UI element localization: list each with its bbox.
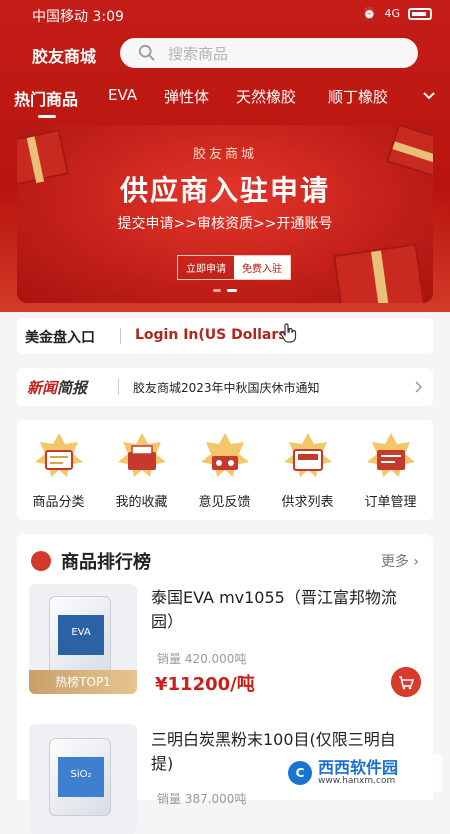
usd-login-link[interactable]: Login In(US Dollars) xyxy=(135,327,293,343)
top-bar: 胶友商城 搜索商品 xyxy=(0,35,450,71)
quick-menu: 商品分类 我的收藏 意见反馈 供求列表 订单管理 xyxy=(17,420,433,520)
status-bar: 中国移动 3:09 ⏰ 4G xyxy=(0,0,450,30)
search-placeholder: 搜索商品 xyxy=(168,44,229,63)
apply-now-button[interactable]: 立即申请 xyxy=(178,256,234,279)
supply-demand-icon xyxy=(283,433,332,477)
tab-butadiene-rubber[interactable]: 顺丁橡胶 xyxy=(328,86,388,107)
ranking-title: 商品排行榜 xyxy=(61,552,151,573)
menu-item-feedback[interactable]: 意见反馈 xyxy=(183,432,266,510)
banner-buttons: 立即申请 免费入驻 xyxy=(177,255,291,280)
banner-description: 提交申请>>审核资质>>开通账号 xyxy=(117,216,333,232)
more-link[interactable]: 更多 › xyxy=(381,551,419,571)
alarm-icon: ⏰ xyxy=(362,7,377,20)
product-sales: 销量 420.000吨 xyxy=(157,652,247,666)
product-image: SiO₂ xyxy=(29,724,137,834)
product-sales: 销量 387.000吨 xyxy=(157,792,247,806)
product-image: EVA 热榜TOP1 xyxy=(29,584,137,694)
carousel-indicator xyxy=(213,289,237,292)
usd-entry-label: 美金盘入口 xyxy=(25,330,95,346)
product-bag-image: SiO₂ xyxy=(49,738,111,816)
chevron-right-icon xyxy=(415,381,423,393)
menu-item-orders[interactable]: 订单管理 xyxy=(349,432,432,510)
news-headline[interactable]: 胶友商城2023年中秋国庆休市通知 xyxy=(133,379,320,396)
tab-natural-rubber[interactable]: 天然橡胶 xyxy=(236,86,296,107)
status-icons: ⏰ 4G xyxy=(363,7,432,20)
top-rank-badge: 热榜TOP1 xyxy=(29,670,137,694)
brand-title: 胶友商城 xyxy=(32,47,97,66)
menu-label: 我的收藏 xyxy=(115,495,168,510)
product-bag-image: EVA xyxy=(49,596,111,674)
category-tabs: 热门商品 EVA 弹性体 天然橡胶 顺丁橡胶 xyxy=(0,82,450,118)
carousel-dot-active xyxy=(227,289,237,292)
fire-icon xyxy=(31,551,51,571)
bag-label: EVA xyxy=(58,615,104,655)
menu-label: 订单管理 xyxy=(364,495,417,510)
pointer-hand-icon xyxy=(280,323,297,343)
tab-elastomer[interactable]: 弹性体 xyxy=(164,86,209,107)
promo-banner[interactable]: 胶友商城 供应商入驻申请 提交申请>>审核资质>>开通账号 立即申请 免费入驻 xyxy=(17,125,433,303)
menu-item-favorites[interactable]: 我的收藏 xyxy=(100,432,183,510)
gift-box-decoration xyxy=(333,243,425,303)
search-icon xyxy=(138,44,155,61)
battery-icon xyxy=(408,7,432,20)
carousel-dot xyxy=(213,289,221,292)
watermark-text: 西西软件园 www.hanxm.com xyxy=(318,758,399,787)
product-name: 泰国EVA mv1055（晋江富邦物流园） xyxy=(151,588,397,631)
tab-hot[interactable]: 热门商品 xyxy=(14,86,78,118)
menu-label: 意见反馈 xyxy=(198,495,251,510)
news-tag: 新闻简报 xyxy=(27,379,88,397)
chevron-down-icon[interactable] xyxy=(422,88,436,102)
menu-item-supply-demand[interactable]: 供求列表 xyxy=(266,432,349,510)
orders-icon xyxy=(366,433,415,477)
carrier-time: 中国移动 3:09 xyxy=(32,9,124,25)
usd-market-entry[interactable]: 美金盘入口 Login In(US Dollars) xyxy=(17,318,433,354)
site-watermark: C 西西软件园 www.hanxm.com xyxy=(282,754,442,792)
banner-title: 供应商入驻申请 xyxy=(119,174,330,207)
add-to-cart-button[interactable] xyxy=(391,667,421,697)
signal-icon: 4G xyxy=(384,7,400,20)
favorites-icon xyxy=(117,433,166,477)
feedback-icon xyxy=(200,433,249,477)
divider xyxy=(118,379,119,395)
category-icon xyxy=(34,433,83,477)
free-join-button[interactable]: 免费入驻 xyxy=(234,256,290,279)
bag-label: SiO₂ xyxy=(58,757,104,797)
divider xyxy=(120,328,121,344)
watermark-logo: C xyxy=(288,761,312,785)
menu-label: 商品分类 xyxy=(32,495,85,510)
menu-item-category[interactable]: 商品分类 xyxy=(17,432,100,510)
news-bulletin[interactable]: 新闻简报 胶友商城2023年中秋国庆休市通知 xyxy=(17,368,433,406)
tab-eva[interactable]: EVA xyxy=(108,86,137,104)
search-input[interactable]: 搜索商品 xyxy=(120,38,418,68)
banner-subtitle: 胶友商城 xyxy=(192,147,257,162)
menu-label: 供求列表 xyxy=(281,495,334,510)
product-price: ¥11200/吨 xyxy=(155,674,255,695)
